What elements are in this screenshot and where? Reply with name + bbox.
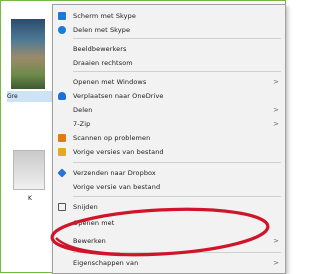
menu-item-label: Delen: [73, 106, 93, 114]
menu-item-label: Verzenden naar Dropbox: [73, 169, 156, 177]
menu-item-previous-version[interactable]: Vorige versie van bestand: [53, 180, 285, 194]
menu-separator: [73, 38, 281, 39]
menu-separator: [73, 162, 281, 163]
menu-item-properties[interactable]: Eigenschappen van >: [53, 256, 285, 270]
menu-item-send-to-dropbox[interactable]: Verzenden naar Dropbox: [53, 166, 285, 180]
menu-item-rotate[interactable]: Draaien rechtsom: [53, 56, 285, 70]
file-thumbnail[interactable]: [13, 150, 45, 190]
menu-item-label: 7-Zip: [73, 120, 91, 128]
menu-separator: [73, 252, 281, 253]
menu-item-edit[interactable]: Bewerken >: [53, 234, 285, 248]
menu-item-label: Scannen op problemen: [73, 134, 151, 142]
skype-icon: [58, 12, 66, 20]
submenu-arrow-icon: >: [273, 106, 279, 114]
menu-item-share[interactable]: Delen >: [53, 103, 285, 117]
folder-icon: [58, 148, 66, 156]
dropbox-icon: [57, 168, 67, 178]
antivirus-icon: [58, 134, 66, 142]
menu-item-open-with[interactable]: Openen met: [53, 216, 285, 230]
menu-item-share-skype[interactable]: Delen met Skype: [53, 23, 285, 37]
photo-file-thumbnail[interactable]: [11, 19, 45, 89]
menu-item-label: Vorige versies van bestand: [73, 148, 164, 156]
menu-item-label: Verplaatsen naar OneDrive: [73, 92, 164, 100]
submenu-arrow-icon: >: [273, 259, 279, 267]
menu-separator: [73, 71, 281, 72]
menu-item-label: Vorige versie van bestand: [73, 183, 161, 191]
menu-item-label: Draaien rechtsom: [73, 59, 133, 67]
file-label[interactable]: K: [28, 194, 48, 204]
submenu-arrow-icon: >: [273, 237, 279, 245]
menu-separator: [73, 196, 281, 197]
photo-file-label[interactable]: Gre: [7, 91, 53, 102]
menu-item-label: Openen met Windows: [73, 78, 147, 86]
submenu-arrow-icon: >: [273, 120, 279, 128]
menu-item-label: Scherm met Skype: [73, 12, 136, 20]
menu-item-label: Delen met Skype: [73, 26, 131, 34]
menu-item-scan[interactable]: Scannen op problemen: [53, 131, 285, 145]
menu-item-move-to-onedrive[interactable]: Verplaatsen naar OneDrive: [53, 89, 285, 103]
menu-item-label: Openen met: [73, 219, 115, 227]
menu-item-label: Bewerken: [73, 237, 106, 245]
menu-item-previous-versions[interactable]: Vorige versies van bestand: [53, 145, 285, 159]
skype-icon: [58, 26, 66, 34]
menu-item-label: Beeldbewerkers: [73, 45, 127, 53]
menu-item-7zip[interactable]: 7-Zip >: [53, 117, 285, 131]
scissors-icon: [58, 203, 66, 211]
context-menu: Scherm met Skype Delen met Skype Beeldbe…: [52, 4, 286, 274]
menu-item-label: Snijden: [73, 203, 98, 211]
menu-item-share-skype-screen[interactable]: Scherm met Skype: [53, 9, 285, 23]
menu-item-edit-image[interactable]: Beeldbewerkers: [53, 42, 285, 56]
onedrive-cloud-icon: [58, 92, 66, 100]
submenu-arrow-icon: >: [273, 78, 279, 86]
menu-item-label: Eigenschappen van: [73, 259, 139, 267]
menu-item-open-with-windows[interactable]: Openen met Windows >: [53, 75, 285, 89]
menu-item-cut[interactable]: Snijden: [53, 200, 285, 214]
